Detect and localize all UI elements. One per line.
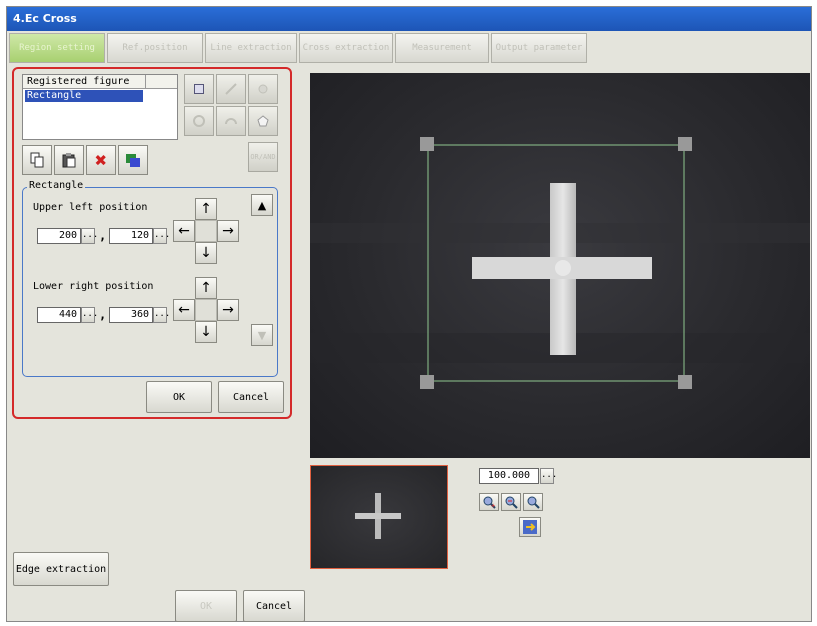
upper-left-center-pad — [195, 220, 217, 242]
ellipse-tool-icon[interactable] — [184, 106, 214, 136]
zoom-in-icon[interactable]: + — [479, 493, 499, 511]
polygon-tool-icon[interactable] — [248, 106, 278, 136]
or-and-button[interactable]: OR/AND — [248, 142, 278, 172]
lower-right-x-field[interactable]: 440 — [37, 307, 81, 323]
header-divider — [145, 75, 146, 89]
upper-left-right-arrow-icon[interactable]: → — [217, 220, 239, 242]
bottom-cancel-button[interactable]: Cancel — [243, 590, 305, 622]
cross-target — [472, 183, 652, 355]
zoom-value-field[interactable]: 100.000 — [479, 468, 539, 484]
tab-output-parameter[interactable]: Output parameter — [491, 33, 587, 63]
upper-left-left-arrow-icon[interactable]: ← — [173, 220, 195, 242]
setting-window: 4.Ec Cross Region setting Ref.position L… — [6, 6, 812, 622]
upper-left-y-edit-button[interactable]: ... — [153, 228, 170, 244]
rectangle-tool-icon[interactable] — [184, 74, 214, 104]
lower-right-y-edit-button[interactable]: ... — [153, 307, 170, 323]
rectangle-group: Rectangle Upper left position 200 ... , … — [22, 180, 278, 377]
window-title: 4.Ec Cross — [7, 7, 811, 31]
figure-edit-panel: Registered figure Rectangle OR/AND ✖ Rec… — [12, 67, 292, 419]
upper-left-separator: , — [99, 229, 107, 243]
edge-extraction-button[interactable]: Edge extraction — [13, 552, 109, 586]
zoom-fit-icon[interactable] — [523, 493, 543, 511]
tab-line-extraction[interactable]: Line extraction — [205, 33, 297, 63]
scroll-up-icon[interactable]: ▲ — [251, 194, 273, 216]
lower-right-separator: , — [99, 308, 107, 322]
circle-tool-icon[interactable] — [248, 74, 278, 104]
tab-ref-position[interactable]: Ref.position — [107, 33, 203, 63]
delete-icon[interactable]: ✖ — [86, 145, 116, 175]
lower-right-up-arrow-icon[interactable]: ↑ — [195, 277, 217, 299]
upper-left-x-field[interactable]: 200 — [37, 228, 81, 244]
panel-ok-button[interactable]: OK — [146, 381, 212, 413]
upper-left-x-edit-button[interactable]: ... — [81, 228, 98, 244]
lower-right-label: Lower right position — [33, 281, 154, 292]
copy-icon[interactable] — [22, 145, 52, 175]
svg-text:+: + — [491, 502, 495, 509]
arc-tool-icon[interactable] — [216, 106, 246, 136]
camera-image — [310, 137, 810, 389]
lower-right-y-field[interactable]: 360 — [109, 307, 153, 323]
panel-cancel-button[interactable]: Cancel — [218, 381, 284, 413]
figure-list-header-label: Registered figure — [27, 76, 130, 87]
line-tool-icon[interactable] — [216, 74, 246, 104]
figure-list-header: Registered figure — [23, 75, 177, 89]
upper-left-up-arrow-icon[interactable]: ↑ — [195, 198, 217, 220]
upper-left-y-field[interactable]: 120 — [109, 228, 153, 244]
lower-right-right-arrow-icon[interactable]: → — [217, 299, 239, 321]
lower-right-x-edit-button[interactable]: ... — [81, 307, 98, 323]
lower-right-center-pad — [195, 299, 217, 321]
upper-left-down-arrow-icon[interactable]: ↓ — [195, 242, 217, 264]
image-thumbnail[interactable] — [310, 465, 448, 569]
figure-list-item[interactable]: Rectangle — [25, 90, 143, 102]
zoom-edit-button[interactable]: ... — [540, 468, 557, 484]
tab-cross-extraction[interactable]: Cross extraction — [299, 33, 393, 63]
zoom-out-icon[interactable] — [501, 493, 521, 511]
camera-image-view[interactable] — [310, 73, 810, 458]
thumbnail-image — [355, 493, 401, 539]
layer-icon[interactable] — [118, 145, 148, 175]
image-transfer-icon[interactable] — [519, 517, 541, 537]
upper-left-label: Upper left position — [33, 202, 148, 213]
rectangle-legend: Rectangle — [27, 180, 86, 191]
bottom-ok-button[interactable]: OK — [175, 590, 237, 622]
lower-right-left-arrow-icon[interactable]: ← — [173, 299, 195, 321]
lower-right-down-arrow-icon[interactable]: ↓ — [195, 321, 217, 343]
registered-figure-list[interactable]: Registered figure Rectangle — [22, 74, 178, 140]
tab-region-setting[interactable]: Region setting — [9, 33, 105, 63]
scroll-down-icon[interactable]: ▼ — [251, 324, 273, 346]
paste-icon[interactable] — [54, 145, 84, 175]
tab-measurement[interactable]: Measurement — [395, 33, 489, 63]
